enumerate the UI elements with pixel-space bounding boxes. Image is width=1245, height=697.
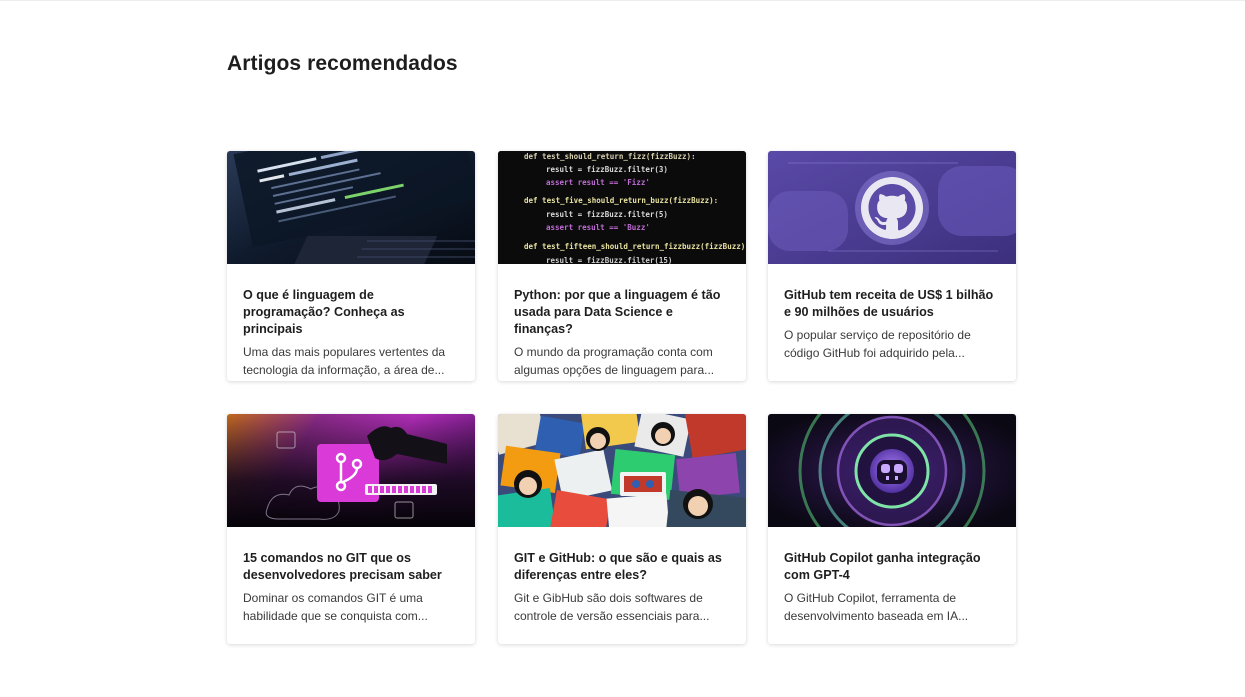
github-logo-image — [768, 151, 1016, 264]
article-title[interactable]: GitHub tem receita de US$ 1 bilhão e 90 … — [784, 287, 1000, 321]
code-line: def test_fifteen_should_return_fizzbuzz(… — [524, 242, 746, 251]
article-card[interactable]: GitHub tem receita de US$ 1 bilhão e 90 … — [768, 151, 1016, 381]
article-card[interactable]: GitHub Copilot ganha integração com GPT-… — [768, 414, 1016, 644]
article-title[interactable]: GIT e GitHub: o que são e quais as difer… — [514, 550, 730, 584]
article-excerpt: O GitHub Copilot, ferramenta de desenvol… — [784, 591, 969, 623]
code-line: result = fizzBuzz.filter(3) — [546, 165, 668, 174]
octocat-stickers-image — [498, 414, 746, 527]
article-card[interactable]: def test_should_return_fizz(fizzBuzz): r… — [498, 151, 746, 381]
copilot-icon — [877, 460, 907, 484]
git-branch-illustration — [227, 414, 475, 527]
code-line: def test_five_should_return_buzz(fizzBuz… — [524, 196, 718, 205]
code-line: def test_should_return_fizz(fizzBuzz): — [524, 152, 696, 161]
article-card[interactable]: O que é linguagem de programação? Conheç… — [227, 151, 475, 381]
python-code-image: def test_should_return_fizz(fizzBuzz): r… — [498, 151, 746, 264]
code-line: assert result == 'Buzz' — [546, 223, 650, 232]
article-title[interactable]: Python: por que a linguagem é tão usada … — [514, 287, 730, 338]
top-divider — [0, 0, 1245, 1]
laptop-code-image — [227, 151, 475, 264]
recommended-section: Artigos recomendados — [227, 52, 1017, 76]
article-excerpt: Uma das mais populares vertentes da tecn… — [243, 345, 446, 377]
article-excerpt: Dominar os comandos GIT é uma habilidade… — [243, 591, 428, 623]
article-excerpt: O mundo da programação conta com algumas… — [514, 345, 715, 377]
copilot-logo-image — [768, 414, 1016, 527]
code-line: result = fizzBuzz.filter(5) — [546, 210, 668, 219]
article-title[interactable]: O que é linguagem de programação? Conheç… — [243, 287, 459, 338]
article-title[interactable]: 15 comandos no GIT que os desenvolvedore… — [243, 550, 459, 584]
article-title[interactable]: GitHub Copilot ganha integração com GPT-… — [784, 550, 1000, 584]
article-excerpt: O popular serviço de repositório de códi… — [784, 328, 971, 360]
code-line: result = fizzBuzz.filter(15) — [546, 256, 672, 264]
article-card[interactable]: 15 comandos no GIT que os desenvolvedore… — [227, 414, 475, 644]
article-card[interactable]: GIT e GitHub: o que são e quais as difer… — [498, 414, 746, 644]
code-line: assert result == 'Fizz' — [546, 178, 650, 187]
section-title: Artigos recomendados — [227, 52, 458, 75]
article-excerpt: Git e GibHub são dois softwares de contr… — [514, 591, 710, 623]
